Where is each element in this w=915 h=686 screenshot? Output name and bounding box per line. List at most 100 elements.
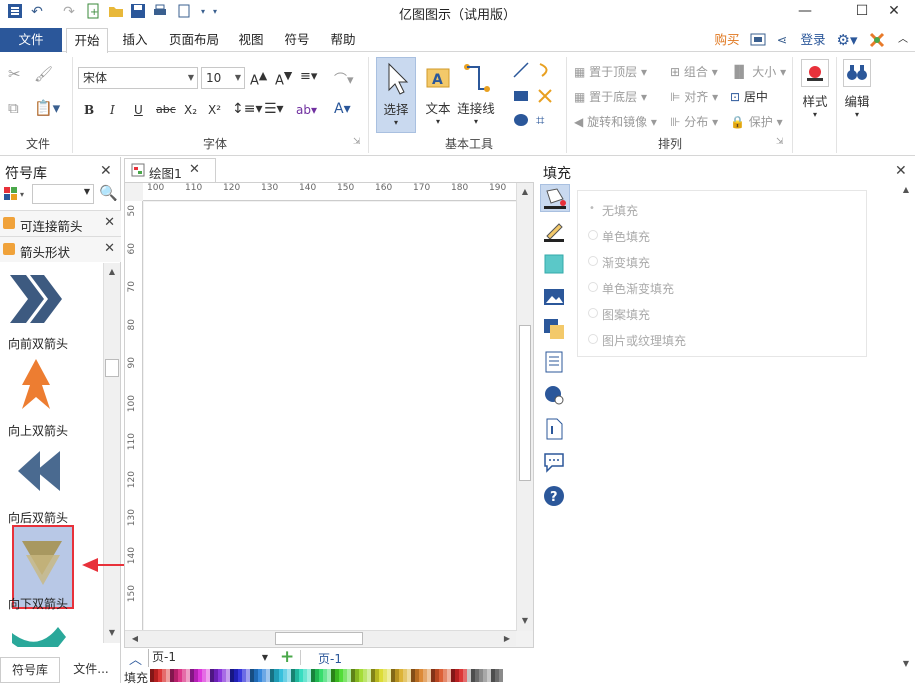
present-icon[interactable] xyxy=(748,28,768,52)
help-icon[interactable]: ? xyxy=(543,485,564,506)
page-select[interactable]: 页-1 ▼ xyxy=(148,649,270,667)
line-spacing-icon[interactable]: ↕≡▾ xyxy=(232,101,263,117)
shape-backward-double-arrow[interactable] xyxy=(14,449,64,498)
tab-file-recovery[interactable]: 文件... xyxy=(64,657,118,683)
fill-option-radio[interactable] xyxy=(588,256,598,266)
buy-link[interactable]: 购买 xyxy=(710,28,744,52)
canvas-vertical-scrollbar[interactable]: ▲ ▼ xyxy=(516,183,533,631)
text-tool-button[interactable]: A 文本 ▾ xyxy=(418,57,458,133)
tab-help[interactable]: 帮助 xyxy=(326,28,360,52)
fill-option-solid[interactable]: 单色填充 xyxy=(602,228,650,245)
page-bar-collapse-icon[interactable]: ︿ xyxy=(129,649,142,668)
fill-option-radio[interactable] xyxy=(588,230,598,240)
font-name-select[interactable]: 宋体 ▼ xyxy=(78,67,198,89)
select-tool-button[interactable]: 选择 ▾ xyxy=(376,57,416,133)
color-swatch[interactable] xyxy=(499,669,504,682)
shape-curved-arrow[interactable] xyxy=(8,623,68,647)
attachment-icon[interactable] xyxy=(543,418,563,440)
settings-gear-icon[interactable]: ⚙▾ xyxy=(834,28,860,52)
crop-tool-icon[interactable]: ⌗ xyxy=(536,111,544,129)
connector-tool-button[interactable]: 连接线 ▾ xyxy=(456,57,496,133)
page-tab[interactable]: 页-1 xyxy=(318,650,342,667)
paste-icon[interactable]: 📋▾ xyxy=(34,99,60,117)
underline-icon[interactable]: U xyxy=(134,103,143,117)
protect-button[interactable]: 🔒 保护 ▾ xyxy=(730,113,783,130)
close-document-icon[interactable]: ✕ xyxy=(189,162,200,177)
fill-option-radio[interactable] xyxy=(588,308,598,318)
fill-option-picture-texture[interactable]: 图片或纹理填充 xyxy=(602,332,686,349)
rectangle-tool-icon[interactable] xyxy=(512,87,530,108)
highlight-icon[interactable]: ab▾ xyxy=(296,103,317,117)
shrink-font-icon[interactable]: A▼ xyxy=(275,69,292,88)
fill-option-none[interactable]: 无填充 xyxy=(602,202,638,219)
shadow-icon[interactable] xyxy=(543,253,564,274)
page-properties-icon[interactable] xyxy=(543,351,563,373)
rotate-mirror-button[interactable]: ◀ 旋转和镜像 ▾ xyxy=(574,113,657,130)
connection-point-icon[interactable] xyxy=(536,87,554,108)
canvas-vscroll-thumb[interactable] xyxy=(519,325,531,481)
canvas-scroll-up-icon[interactable]: ▲ xyxy=(517,184,533,200)
copy-icon[interactable]: ⧉ xyxy=(8,99,19,117)
library-search-input[interactable]: ▼ xyxy=(32,184,94,204)
group-button[interactable]: ⊞ 组合 ▾ xyxy=(670,63,718,80)
layers-icon[interactable] xyxy=(543,318,564,339)
tab-symbol-library[interactable]: 符号库 xyxy=(0,657,60,683)
fill-scroll-down-icon[interactable]: ▼ xyxy=(898,656,914,672)
canvas-hscroll-thumb[interactable] xyxy=(275,632,363,645)
canvas-scroll-right-icon[interactable]: ▶ xyxy=(499,631,515,647)
font-dialog-launcher-icon[interactable]: ⇲ xyxy=(353,137,361,147)
line-tool-icon[interactable] xyxy=(512,61,530,82)
scroll-down-icon[interactable]: ▼ xyxy=(104,625,120,641)
text-arc-icon[interactable]: ⌒▾ xyxy=(334,69,354,88)
send-to-bottom-button[interactable]: ▦ 置于底层 ▾ xyxy=(574,88,647,105)
shape-forward-double-arrow[interactable] xyxy=(4,269,66,332)
subscript-icon[interactable]: X₂ xyxy=(184,103,197,117)
edit-button[interactable]: 编辑 ▾ xyxy=(840,57,874,133)
cut-icon[interactable]: ✂ xyxy=(8,65,21,83)
comment-icon[interactable] xyxy=(543,451,564,473)
fill-option-pattern[interactable]: 图案填充 xyxy=(602,306,650,323)
minimize-icon[interactable]: — xyxy=(783,0,827,24)
line-style-icon[interactable] xyxy=(543,220,564,242)
scroll-up-icon[interactable]: ▲ xyxy=(104,264,120,280)
close-library-icon[interactable]: ✕ xyxy=(104,215,115,230)
align-icon[interactable]: ≡▾ xyxy=(300,69,317,84)
fill-scroll-up-icon[interactable]: ▲ xyxy=(898,182,914,198)
align-button[interactable]: ⊫ 对齐 ▾ xyxy=(670,88,718,105)
distribute-button[interactable]: ⊪ 分布 ▾ xyxy=(670,113,718,130)
fill-tab-icon[interactable] xyxy=(540,184,570,212)
library-header-connectable-arrows[interactable]: 可连接箭头 ✕ xyxy=(0,210,121,236)
italic-icon[interactable]: I xyxy=(110,103,115,117)
center-button[interactable]: ⊡ 居中 xyxy=(730,88,768,105)
font-color-icon[interactable]: A▾ xyxy=(334,101,351,117)
format-painter-icon[interactable]: 🖌 xyxy=(34,65,53,83)
canvas-horizontal-scrollbar[interactable]: ◀ ▶ xyxy=(125,630,516,646)
arc-tool-icon[interactable] xyxy=(536,61,554,82)
shape-list-scrollbar[interactable]: ▲ ▼ xyxy=(103,263,120,643)
tab-view[interactable]: 视图 xyxy=(234,28,268,52)
grow-font-icon[interactable]: A▲ xyxy=(250,69,267,88)
scroll-thumb[interactable] xyxy=(105,359,119,377)
canvas-scroll-left-icon[interactable]: ◀ xyxy=(127,631,143,647)
file-menu[interactable]: 文件 xyxy=(0,28,62,52)
close-icon[interactable]: ✕ xyxy=(872,0,915,24)
tab-symbols[interactable]: 符号 xyxy=(280,28,314,52)
style-button[interactable]: 样式 ▾ xyxy=(798,57,832,133)
superscript-icon[interactable]: X² xyxy=(208,103,221,117)
size-button[interactable]: ▐▌ 大小 ▾ xyxy=(730,63,786,80)
fill-panel-scrollbar[interactable]: ▲ ▼ xyxy=(898,182,914,672)
bullets-icon[interactable]: ☰▾ xyxy=(264,101,284,117)
add-page-icon[interactable]: + xyxy=(280,647,294,667)
library-grid-icon[interactable]: ▾ xyxy=(3,185,29,203)
search-icon[interactable]: 🔍 xyxy=(99,184,118,202)
bold-icon[interactable]: B xyxy=(84,103,94,117)
library-header-arrow-shapes[interactable]: 箭头形状 ✕ xyxy=(0,236,121,262)
close-panel-icon[interactable]: ✕ xyxy=(100,163,112,179)
fill-option-single-gradient[interactable]: 单色渐变填充 xyxy=(602,280,674,297)
drawing-page[interactable] xyxy=(144,202,516,631)
fill-option-radio[interactable] xyxy=(588,282,598,292)
font-size-select[interactable]: 10 ▼ xyxy=(201,67,245,89)
login-link[interactable]: 登录 xyxy=(797,28,829,52)
bring-to-top-button[interactable]: ▦ 置于顶层 ▾ xyxy=(574,63,647,80)
canvas-scroll-down-icon[interactable]: ▼ xyxy=(517,613,533,629)
